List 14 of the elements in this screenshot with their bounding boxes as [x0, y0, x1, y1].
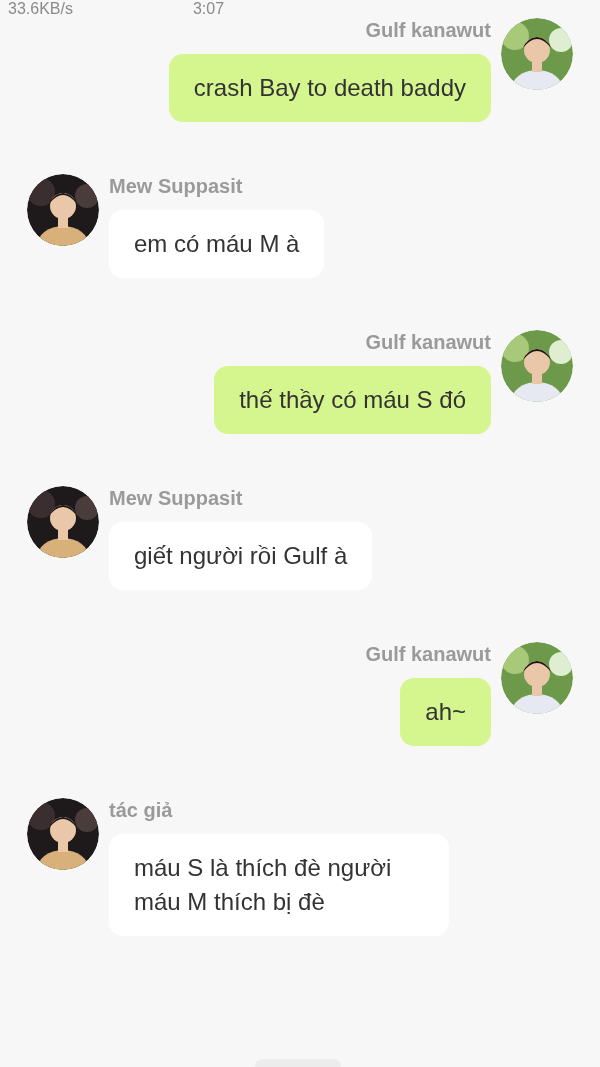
sender-name: Mew Suppasit — [109, 174, 243, 198]
network-speed: 33.6KB/s — [8, 0, 73, 18]
message-bubble: giết người rồi Gulf à — [109, 522, 373, 590]
message-bubble: ah~ — [400, 678, 491, 746]
sender-name: Gulf kanawut — [365, 330, 491, 354]
message-bubble: thế thầy có máu S đó — [214, 366, 491, 434]
sender-name: Mew Suppasit — [109, 486, 243, 510]
sender-name: Gulf kanawut — [365, 642, 491, 666]
message-bubble: máu S là thích đè người máu M thích bị đè — [109, 834, 449, 936]
message-bubble: crash Bay to death baddy — [168, 54, 491, 122]
sender-name: tác giả — [109, 798, 173, 822]
message-bubble: em có máu M à — [109, 210, 325, 278]
sender-name: Gulf kanawut — [365, 18, 491, 42]
clock: 3:07 — [192, 0, 225, 18]
